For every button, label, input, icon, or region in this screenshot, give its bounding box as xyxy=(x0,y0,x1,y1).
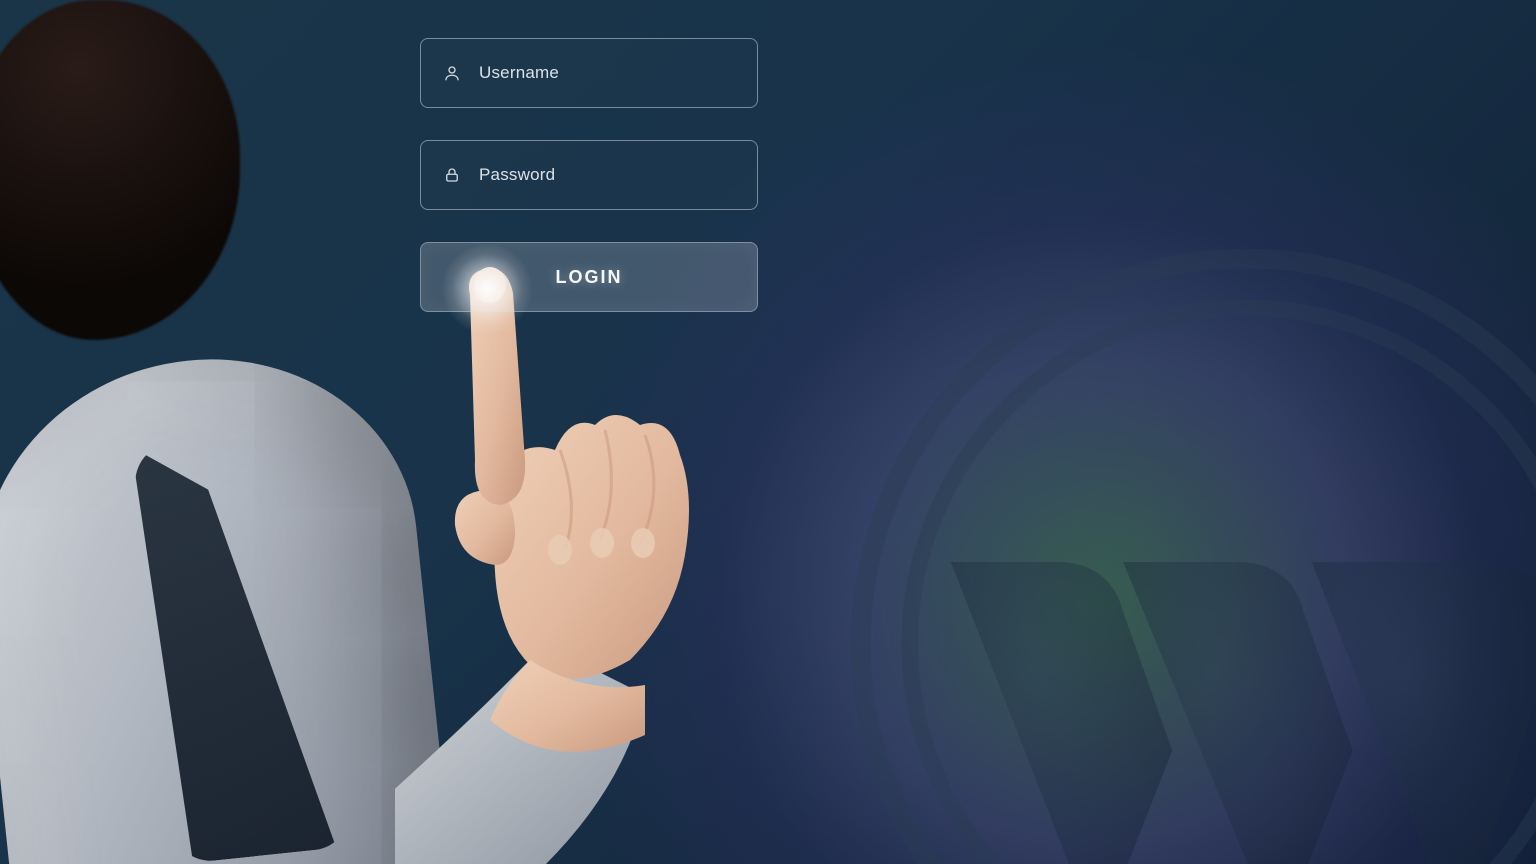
hand-illustration xyxy=(395,265,755,864)
password-input[interactable] xyxy=(479,165,735,185)
username-field[interactable] xyxy=(420,38,758,108)
login-form: LOGIN xyxy=(420,38,758,312)
person-illustration xyxy=(0,120,420,860)
login-button[interactable]: LOGIN xyxy=(420,242,758,312)
username-input[interactable] xyxy=(479,63,735,83)
user-icon xyxy=(443,64,461,82)
wordpress-icon xyxy=(836,234,1536,864)
lock-icon xyxy=(443,166,461,184)
password-field[interactable] xyxy=(420,140,758,210)
